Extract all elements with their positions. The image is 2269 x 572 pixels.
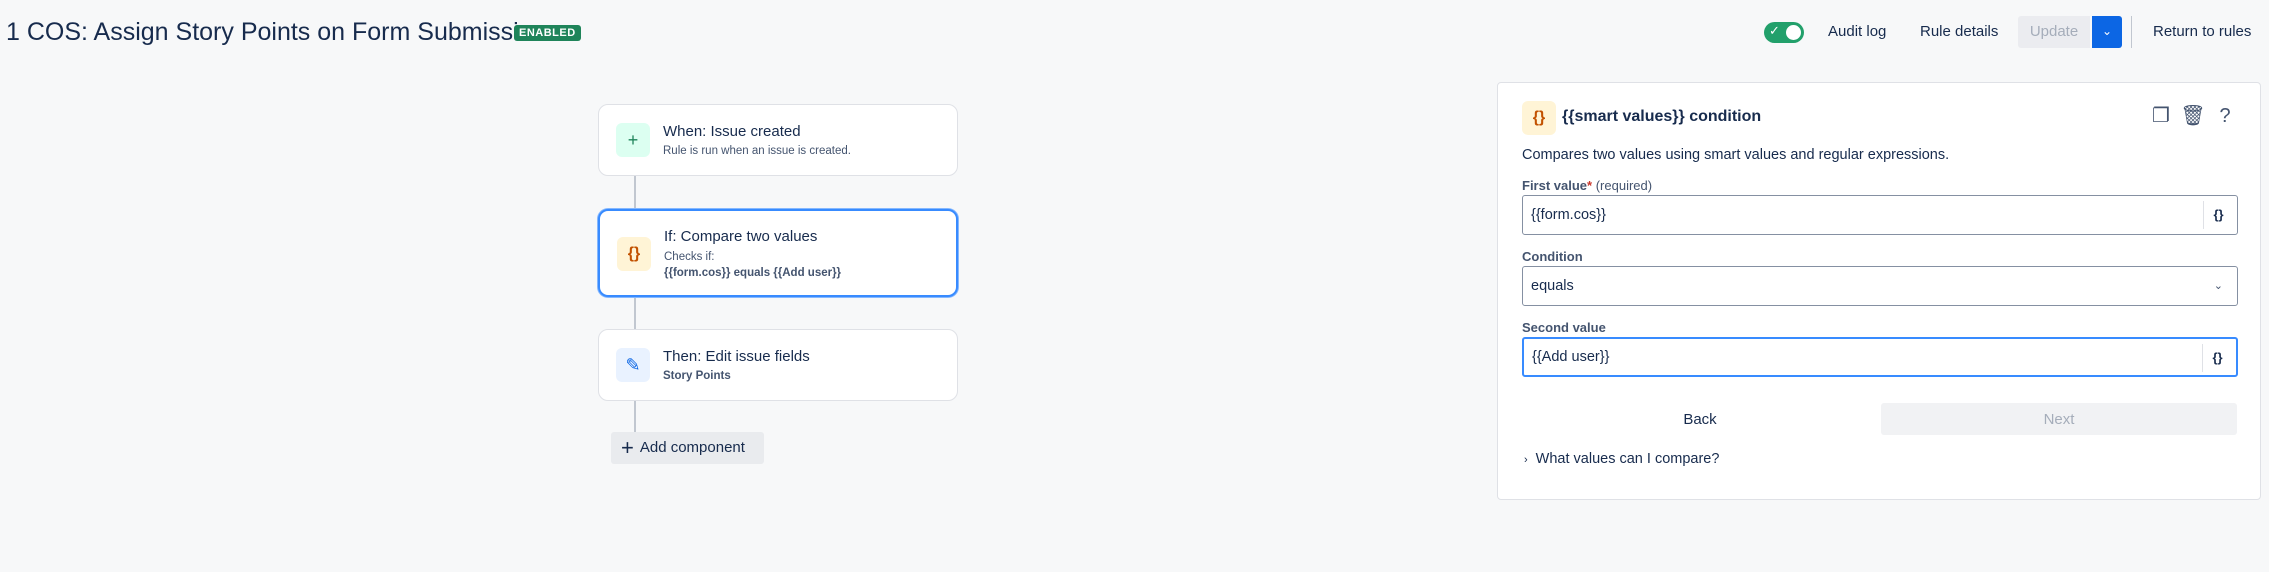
next-button[interactable]: Next (1881, 403, 2237, 435)
update-button[interactable]: Update (2018, 16, 2090, 48)
required-text: (required) (1595, 178, 1653, 193)
first-value-label: First value* (required) (1522, 178, 1652, 193)
smart-value-picker-button[interactable]: {} (2202, 344, 2232, 372)
panel-title: {{smart values}} condition (1562, 108, 1762, 125)
first-value-label-text: First value (1522, 178, 1588, 193)
action-card[interactable]: ✎ Then: Edit issue fields Story Points (598, 329, 958, 401)
action-subtitle: Story Points (663, 370, 731, 382)
trigger-card[interactable]: + When: Issue created Rule is run when a… (598, 104, 958, 176)
check-icon: ✓ (1769, 23, 1780, 38)
plus-icon: + (621, 435, 634, 460)
first-value-input[interactable]: {{form.cos}} {} (1522, 195, 2238, 235)
panel-description: Compares two values using smart values a… (1522, 147, 1950, 163)
chevron-down-icon: ⌄ (2213, 280, 2223, 292)
smart-value-icon: {} (617, 237, 651, 271)
second-value-text: {{Add user}} (1532, 349, 1610, 365)
add-component-button[interactable]: + Add component (611, 432, 764, 464)
plus-icon: + (616, 123, 650, 157)
trash-icon[interactable]: 🗑 (2180, 103, 2206, 129)
flow-connector (634, 296, 636, 330)
top-bar: 1 COS: Assign Story Points on Form Submi… (0, 0, 2269, 66)
condition-config-panel: {} {{smart values}} condition ❐ 🗑? Compar… (1497, 82, 2261, 500)
second-value-input[interactable]: {{Add user}} {} (1522, 337, 2238, 377)
panel-toolbar: ❐ 🗑? (2142, 103, 2238, 129)
condition-detail: {{form.cos}} equals {{Add user}} (664, 267, 842, 279)
return-to-rules-button[interactable]: Return to rules (2153, 16, 2251, 48)
second-value-label: Second value (1522, 320, 1606, 335)
chevron-down-icon: ⌄ (2101, 24, 2113, 38)
status-badge: ENABLED (514, 25, 581, 41)
flow-connector (634, 400, 636, 434)
update-dropdown-button[interactable]: ⌄ (2092, 16, 2122, 48)
compare-values-expander[interactable]: › What values can I compare? (1524, 451, 1719, 467)
condition-card[interactable]: {} If: Compare two values Checks if: {{f… (598, 209, 958, 297)
copy-icon[interactable]: ❐ (2148, 103, 2174, 129)
trigger-subtitle: Rule is run when an issue is created. (663, 145, 851, 157)
divider (2131, 16, 2132, 48)
toggle-knob (1786, 25, 1801, 40)
first-value-text: {{form.cos}} (1531, 207, 1606, 223)
condition-subtitle: Checks if: (664, 251, 715, 263)
pencil-icon: ✎ (616, 348, 650, 382)
condition-title: If: Compare two values (664, 228, 818, 245)
chevron-right-icon: › (1524, 454, 1528, 466)
rule-details-button[interactable]: Rule details (1920, 16, 1998, 48)
condition-select[interactable]: equals ⌄ (1522, 266, 2238, 306)
page-title: 1 COS: Assign Story Points on Form Submi… (6, 18, 547, 46)
smart-value-icon: {} (1522, 101, 1556, 135)
condition-selected-value: equals (1531, 278, 1574, 294)
help-icon[interactable]: ? (2212, 103, 2238, 129)
rule-enabled-toggle[interactable]: ✓ (1764, 22, 1804, 43)
trigger-title: When: Issue created (663, 123, 801, 140)
required-mark: * (1587, 178, 1593, 193)
condition-label: Condition (1522, 249, 1583, 264)
smart-value-picker-button[interactable]: {} (2203, 201, 2233, 229)
add-component-label: Add component (639, 438, 745, 456)
back-button[interactable]: Back (1522, 403, 1878, 435)
compare-values-link: What values can I compare? (1535, 451, 1720, 467)
audit-log-button[interactable]: Audit log (1828, 16, 1886, 48)
flow-connector (634, 176, 636, 210)
action-title: Then: Edit issue fields (663, 348, 810, 365)
